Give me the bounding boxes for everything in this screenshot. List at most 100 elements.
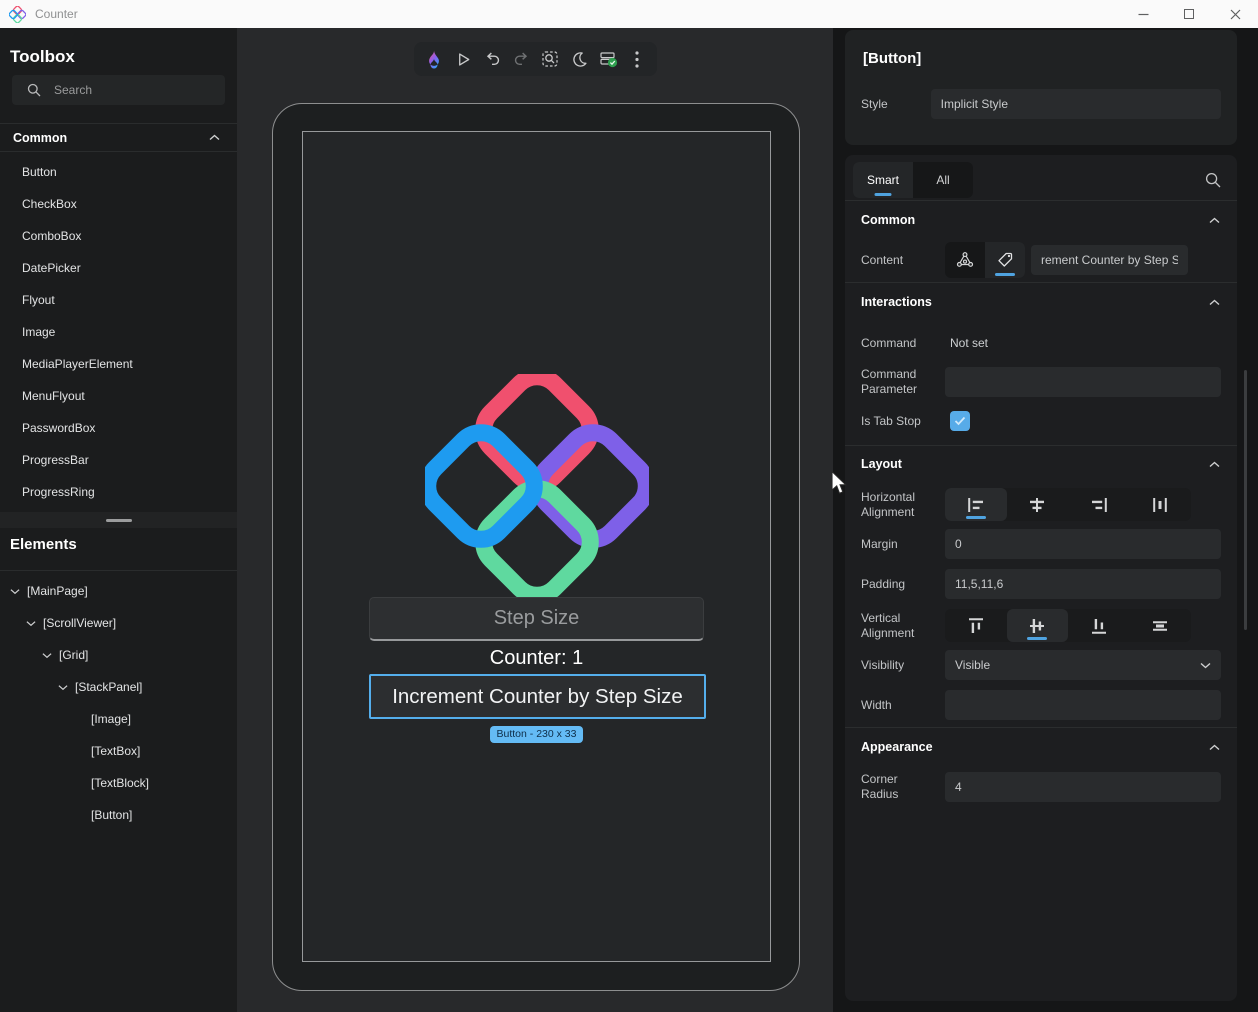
- valign-top-button[interactable]: [945, 609, 1007, 642]
- toolbox-title: Toolbox: [10, 47, 75, 66]
- play-icon[interactable]: [452, 47, 474, 71]
- undo-icon[interactable]: [481, 47, 503, 71]
- halign-stretch-button[interactable]: [1130, 488, 1192, 521]
- tree-item[interactable]: [MainPage]: [0, 575, 237, 607]
- interactions-section-header[interactable]: Interactions: [845, 295, 1237, 309]
- chevron-down-icon[interactable]: [42, 652, 52, 659]
- step-size-textbox[interactable]: Step Size: [369, 597, 704, 641]
- counter-textblock[interactable]: Counter: 1: [303, 645, 770, 671]
- chevron-down-icon[interactable]: [26, 620, 36, 627]
- increment-button[interactable]: Increment Counter by Step Size: [369, 674, 706, 719]
- toolbox-item[interactable]: ComboBox: [0, 220, 237, 252]
- toolbox-item[interactable]: Flyout: [0, 284, 237, 316]
- halign-center-button[interactable]: [1007, 488, 1069, 521]
- toolbox-item[interactable]: CheckBox: [0, 188, 237, 220]
- horizontal-alignment-group: [945, 488, 1191, 521]
- margin-label: Margin: [861, 536, 898, 551]
- close-button[interactable]: [1212, 0, 1258, 28]
- toolbox-item[interactable]: ProgressRing: [0, 476, 237, 508]
- tree-item[interactable]: [StackPanel]: [0, 671, 237, 703]
- tree-item[interactable]: [Button]: [0, 799, 237, 831]
- is-tab-stop-checkbox[interactable]: [950, 411, 970, 431]
- hot-reload-flame-icon[interactable]: [423, 47, 445, 71]
- appearance-section-title: Appearance: [861, 740, 933, 754]
- tree-item[interactable]: [TextBlock]: [0, 767, 237, 799]
- content-input[interactable]: [1031, 245, 1188, 275]
- tab-all[interactable]: All: [913, 162, 973, 198]
- toolbox-item[interactable]: Image: [0, 316, 237, 348]
- padding-input[interactable]: [945, 569, 1221, 599]
- chevron-up-icon: [209, 134, 220, 141]
- properties-search-icon[interactable]: [1205, 172, 1221, 188]
- interactions-section-title: Interactions: [861, 295, 932, 309]
- tab-smart[interactable]: Smart: [853, 161, 913, 198]
- width-input[interactable]: [945, 690, 1221, 720]
- horizontal-alignment-row: Horizontal Alignment: [845, 488, 1237, 521]
- toolbox-item[interactable]: MediaPlayerElement: [0, 348, 237, 380]
- more-options-icon[interactable]: [626, 47, 648, 71]
- tree-item[interactable]: [ScrollViewer]: [0, 607, 237, 639]
- minimize-button[interactable]: [1120, 0, 1166, 28]
- toolbox-item[interactable]: MenuFlyout: [0, 380, 237, 412]
- step-size-placeholder: Step Size: [493, 607, 580, 629]
- tree-item[interactable]: [Grid]: [0, 639, 237, 671]
- tree-item[interactable]: [TextBox]: [0, 735, 237, 767]
- style-input[interactable]: [930, 89, 1221, 119]
- chevron-down-icon[interactable]: [10, 588, 20, 595]
- maximize-button[interactable]: [1166, 0, 1212, 28]
- margin-input[interactable]: [945, 529, 1221, 559]
- content-label: Content: [861, 252, 904, 267]
- binding-icon[interactable]: [945, 242, 985, 278]
- visibility-row: Visibility Visible: [845, 650, 1237, 680]
- window-controls: [1120, 0, 1258, 28]
- vertical-alignment-label: Vertical Alignment: [861, 610, 915, 640]
- valign-center-button[interactable]: [1006, 609, 1068, 642]
- zoom-selection-icon[interactable]: [539, 47, 561, 71]
- appearance-section-header[interactable]: Appearance: [845, 740, 1237, 754]
- splitter-handle-icon: [105, 518, 132, 522]
- connected-status-check-icon[interactable]: [597, 47, 619, 71]
- app-logo-icon: [9, 5, 26, 23]
- padding-label: Padding: [861, 576, 906, 591]
- layout-section-header[interactable]: Layout: [845, 457, 1237, 471]
- elements-tree: [MainPage] [ScrollViewer] [Grid] [StackPane…: [0, 575, 237, 831]
- properties-card: Smart All Common Content rement Counter …: [845, 155, 1237, 1001]
- section-interactions: Interactions Command Not set Command Par…: [845, 282, 1237, 445]
- toolbox-item[interactable]: PasswordBox: [0, 412, 237, 444]
- app-logo-image[interactable]: [425, 374, 649, 598]
- toolbox-section-common[interactable]: Common: [0, 123, 237, 152]
- valign-bottom-button[interactable]: [1068, 609, 1130, 642]
- properties-panel: [Button] Style SmartAll Common Content: [833, 28, 1258, 1012]
- toolbox-item[interactable]: ProgressBar: [0, 444, 237, 476]
- command-label: Command: [861, 335, 917, 350]
- panel-splitter[interactable]: [0, 512, 237, 528]
- toolbox-item[interactable]: DatePicker: [0, 252, 237, 284]
- tree-item-label: [Button]: [91, 808, 133, 822]
- corner-radius-input[interactable]: [945, 772, 1221, 802]
- tag-icon[interactable]: [985, 242, 1025, 278]
- tree-item[interactable]: [Image]: [0, 703, 237, 735]
- chevron-down-icon[interactable]: [58, 684, 68, 691]
- halign-right-button[interactable]: [1068, 488, 1130, 521]
- command-value[interactable]: Not set: [950, 336, 988, 350]
- toolbox-search-input[interactable]: Search: [12, 75, 225, 105]
- command-row: Command Not set: [845, 335, 1237, 351]
- scrollbar-thumb[interactable]: [1244, 370, 1247, 630]
- common-section-header[interactable]: Common: [845, 213, 1237, 227]
- mouse-cursor: [831, 471, 847, 494]
- selected-element-card: [Button] Style: [845, 30, 1237, 145]
- halign-left-button[interactable]: [945, 488, 1007, 521]
- dark-theme-moon-icon[interactable]: [568, 47, 590, 71]
- vertical-alignment-row: Vertical Alignment: [845, 609, 1237, 642]
- valign-stretch-button[interactable]: [1130, 609, 1192, 642]
- toolbox-item[interactable]: Button: [0, 156, 237, 188]
- redo-icon[interactable]: [510, 47, 532, 71]
- command-parameter-input[interactable]: [945, 367, 1221, 397]
- vertical-alignment-group: [945, 609, 1191, 642]
- properties-tabs-row: Smart All: [845, 155, 1237, 200]
- titlebar: Counter: [0, 0, 1258, 28]
- visibility-select[interactable]: Visible: [945, 650, 1221, 680]
- divider: [0, 570, 237, 571]
- is-tab-stop-row: Is Tab Stop: [845, 411, 1237, 431]
- margin-row: Margin: [845, 529, 1237, 559]
